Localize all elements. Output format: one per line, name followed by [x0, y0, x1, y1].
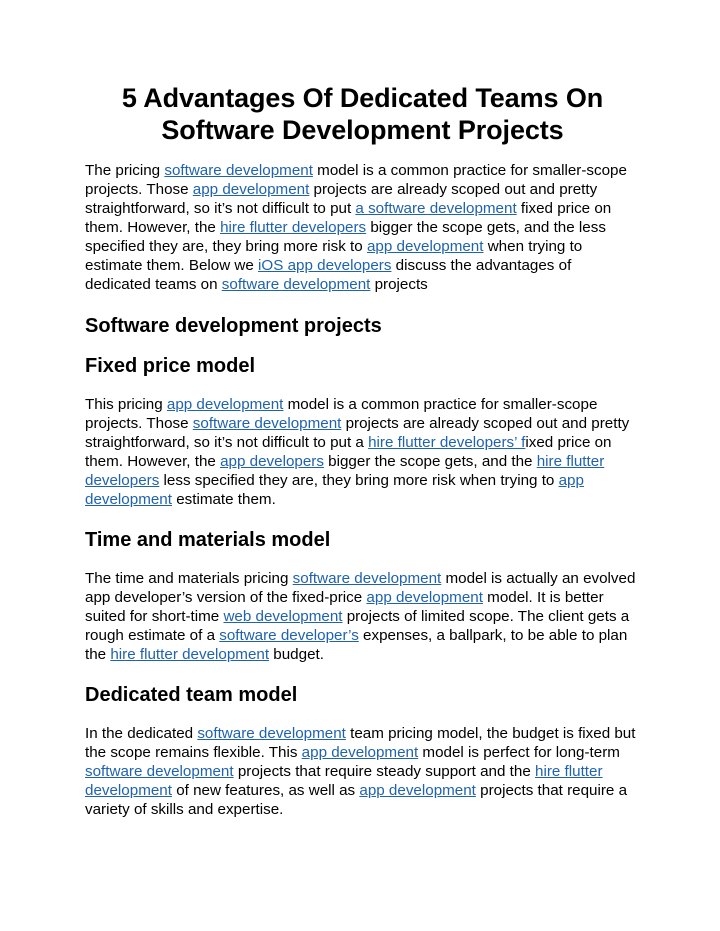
link-software-development[interactable]: software development [85, 763, 234, 780]
dedicated-team-paragraph: In the dedicated software development te… [85, 724, 640, 819]
text: projects that require steady support and… [233, 763, 535, 780]
text: bigger the scope gets, and the [323, 453, 537, 470]
link-app-development[interactable]: app development [193, 181, 310, 198]
link-app-development[interactable]: app development [366, 589, 483, 606]
text: The time and materials pricing [85, 570, 293, 587]
link-software-developers[interactable]: software developer’s [219, 627, 359, 644]
link-software-development[interactable]: software development [293, 570, 442, 587]
link-app-development[interactable]: app development [359, 782, 476, 799]
link-web-development[interactable]: web development [223, 608, 342, 625]
text: The pricing [85, 162, 165, 179]
link-app-development[interactable]: app development [367, 238, 484, 255]
time-materials-paragraph: The time and materials pricing software … [85, 569, 640, 664]
text: projects [370, 276, 428, 293]
document-title: 5 Advantages Of Dedicated Teams On Softwa… [85, 82, 640, 146]
heading-software-development-projects: Software development projects [85, 315, 382, 337]
link-software-development[interactable]: software development [197, 725, 346, 742]
link-ios-app-developers[interactable]: iOS app developers [258, 257, 391, 274]
text: less specified they are, they bring more… [159, 472, 559, 489]
heading-time-and-materials-model: Time and materials model [85, 529, 331, 551]
link-a-software-development[interactable]: a software development [355, 200, 516, 217]
text: In the dedicated [85, 725, 198, 742]
heading-fixed-price-model: Fixed price model [85, 355, 256, 377]
link-software-development[interactable]: software development [193, 415, 342, 432]
heading-dedicated-team-model: Dedicated team model [85, 684, 298, 706]
link-software-development[interactable]: software development [164, 162, 313, 179]
text: This pricing [85, 396, 167, 413]
link-hire-flutter-development[interactable]: hire flutter development [110, 646, 269, 663]
text: estimate them. [171, 491, 276, 508]
document-page: 5 Advantages Of Dedicated Teams On Softwa… [85, 82, 640, 819]
title-line-1: 5 Advantages Of Dedicated Teams On [121, 83, 604, 113]
fixed-price-paragraph: This pricing app development model is a … [85, 395, 640, 509]
link-software-development[interactable]: software development [222, 276, 371, 293]
link-hire-flutter-developers[interactable]: hire flutter developers [220, 219, 366, 236]
link-app-development[interactable]: app development [302, 744, 419, 761]
title-line-2: Software Development Projects [161, 115, 564, 145]
intro-paragraph: The pricing software development model i… [85, 161, 640, 294]
link-app-developers[interactable]: app developers [220, 453, 324, 470]
link-app-development[interactable]: app development [167, 396, 284, 413]
text: budget. [269, 646, 324, 663]
text: of new features, as well as [171, 782, 360, 799]
text: model is perfect for long-term [418, 744, 620, 761]
link-hire-flutter-developers[interactable]: hire flutter developers’ f [368, 434, 525, 451]
